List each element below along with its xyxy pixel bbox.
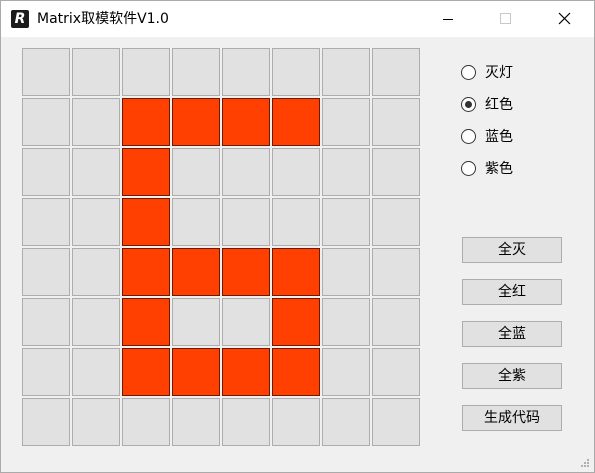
matrix-cell[interactable] <box>72 248 120 296</box>
radio-label: 紫色 <box>485 161 513 177</box>
matrix-cell[interactable] <box>372 98 420 146</box>
radio-red[interactable]: 红色 <box>461 96 561 116</box>
matrix-cell[interactable] <box>122 198 170 246</box>
matrix-cell[interactable] <box>322 198 370 246</box>
minimize-icon <box>443 19 453 20</box>
matrix-cell[interactable] <box>322 148 370 196</box>
matrix-cell[interactable] <box>372 248 420 296</box>
matrix-cell[interactable] <box>22 298 70 346</box>
app-logo-icon: R <box>11 10 29 28</box>
window-title: Matrix取模软件V1.0 <box>37 11 169 27</box>
matrix-cell[interactable] <box>222 48 270 96</box>
matrix-cell[interactable] <box>172 248 220 296</box>
matrix-cell[interactable] <box>322 398 370 446</box>
matrix-cell[interactable] <box>22 348 70 396</box>
all-off-button[interactable]: 全灭 <box>462 237 562 263</box>
title-bar[interactable]: R Matrix取模软件V1.0 <box>1 1 594 37</box>
matrix-cell[interactable] <box>372 48 420 96</box>
radio-selected-dot <box>465 101 472 108</box>
radio-purple[interactable]: 紫色 <box>461 160 561 180</box>
matrix-cell[interactable] <box>322 48 370 96</box>
matrix-cell[interactable] <box>122 398 170 446</box>
matrix-cell[interactable] <box>22 398 70 446</box>
matrix-cell[interactable] <box>222 398 270 446</box>
matrix-cell[interactable] <box>172 48 220 96</box>
matrix-cell[interactable] <box>122 348 170 396</box>
matrix-cell[interactable] <box>322 248 370 296</box>
maximize-button[interactable] <box>482 1 528 37</box>
close-button[interactable] <box>541 1 587 37</box>
matrix-cell[interactable] <box>122 298 170 346</box>
matrix-cell[interactable] <box>272 298 320 346</box>
maximize-icon <box>500 13 511 24</box>
matrix-cell[interactable] <box>372 148 420 196</box>
matrix-cell[interactable] <box>222 298 270 346</box>
generate-code-button[interactable]: 生成代码 <box>462 405 562 431</box>
matrix-cell[interactable] <box>72 298 120 346</box>
radio-blue[interactable]: 蓝色 <box>461 128 561 148</box>
matrix-cell[interactable] <box>72 398 120 446</box>
matrix-cell[interactable] <box>72 148 120 196</box>
led-matrix-grid <box>22 48 420 446</box>
matrix-cell[interactable] <box>72 348 120 396</box>
radio-circle <box>461 65 476 80</box>
matrix-cell[interactable] <box>372 198 420 246</box>
matrix-cell[interactable] <box>72 198 120 246</box>
all-purple-button[interactable]: 全紫 <box>462 363 562 389</box>
radio-off[interactable]: 灭灯 <box>461 64 561 84</box>
matrix-cell[interactable] <box>22 98 70 146</box>
matrix-cell[interactable] <box>22 198 70 246</box>
matrix-cell[interactable] <box>172 298 220 346</box>
close-icon <box>558 12 571 25</box>
matrix-cell[interactable] <box>22 48 70 96</box>
matrix-cell[interactable] <box>172 148 220 196</box>
matrix-cell[interactable] <box>372 298 420 346</box>
resize-grip-icon[interactable] <box>580 458 590 468</box>
all-red-button[interactable]: 全红 <box>462 279 562 305</box>
matrix-cell[interactable] <box>222 148 270 196</box>
matrix-cell[interactable] <box>272 198 320 246</box>
app-window: R Matrix取模软件V1.0 灭灯 红色 蓝色 紫色 全灭 全红 全蓝 全紫… <box>0 0 595 473</box>
matrix-cell[interactable] <box>172 98 220 146</box>
radio-circle <box>461 129 476 144</box>
matrix-cell[interactable] <box>222 348 270 396</box>
matrix-cell[interactable] <box>372 348 420 396</box>
matrix-cell[interactable] <box>22 248 70 296</box>
matrix-cell[interactable] <box>272 148 320 196</box>
minimize-button[interactable] <box>425 1 471 37</box>
matrix-cell[interactable] <box>172 398 220 446</box>
color-option-group: 灭灯 红色 蓝色 紫色 <box>461 64 561 192</box>
matrix-cell[interactable] <box>172 198 220 246</box>
matrix-cell[interactable] <box>322 98 370 146</box>
matrix-cell[interactable] <box>272 248 320 296</box>
radio-circle <box>461 97 476 112</box>
matrix-cell[interactable] <box>122 248 170 296</box>
matrix-cell[interactable] <box>272 48 320 96</box>
matrix-cell[interactable] <box>222 98 270 146</box>
matrix-cell[interactable] <box>72 98 120 146</box>
matrix-cell[interactable] <box>172 348 220 396</box>
radio-label: 蓝色 <box>485 129 513 145</box>
radio-circle <box>461 161 476 176</box>
matrix-cell[interactable] <box>222 198 270 246</box>
radio-label: 红色 <box>485 97 513 113</box>
matrix-cell[interactable] <box>122 98 170 146</box>
matrix-cell[interactable] <box>222 248 270 296</box>
all-blue-button[interactable]: 全蓝 <box>462 321 562 347</box>
matrix-cell[interactable] <box>372 398 420 446</box>
matrix-cell[interactable] <box>272 398 320 446</box>
radio-label: 灭灯 <box>485 65 513 81</box>
matrix-cell[interactable] <box>122 148 170 196</box>
matrix-cell[interactable] <box>322 348 370 396</box>
matrix-cell[interactable] <box>72 48 120 96</box>
matrix-cell[interactable] <box>122 48 170 96</box>
matrix-cell[interactable] <box>272 348 320 396</box>
matrix-cell[interactable] <box>22 148 70 196</box>
matrix-cell[interactable] <box>322 298 370 346</box>
matrix-cell[interactable] <box>272 98 320 146</box>
